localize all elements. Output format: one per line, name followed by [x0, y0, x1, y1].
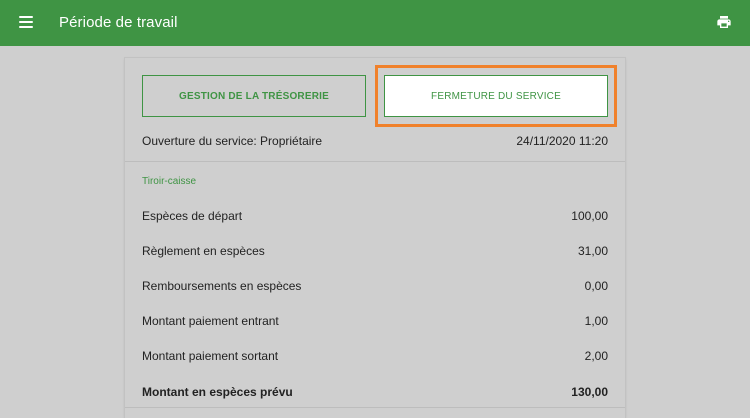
row-value: 0,00: [584, 279, 608, 293]
row-label: Montant en espèces prévu: [142, 385, 293, 399]
row-label: Montant paiement entrant: [142, 314, 279, 328]
opening-datetime: 24/11/2020 11:20: [516, 134, 608, 148]
app-bar: Période de travail: [0, 0, 750, 46]
page-title: Période de travail: [59, 14, 178, 31]
list-item: Montant paiement sortant 2,00: [142, 349, 608, 363]
opening-label: Ouverture du service: Propriétaire: [142, 134, 323, 148]
row-label: Espèces de départ: [142, 209, 243, 223]
row-value: 2,00: [584, 349, 608, 363]
service-card: GESTION DE LA TRÉSORERIE FERMETURE DU SE…: [125, 58, 625, 418]
row-value: 1,00: [584, 314, 608, 328]
row-label: Montant paiement sortant: [142, 349, 279, 363]
list-item: Remboursements en espèces 0,00: [142, 279, 608, 293]
row-value: 130,00: [571, 385, 608, 399]
row-value: 31,00: [577, 244, 608, 258]
list-item: Espèces de départ 100,00: [142, 209, 608, 223]
close-service-button[interactable]: FERMETURE DU SERVICE: [384, 75, 608, 117]
total-row: Montant en espèces prévu 130,00: [142, 385, 608, 399]
divider: [125, 407, 625, 408]
menu-icon[interactable]: [19, 16, 33, 28]
row-label: Règlement en espèces: [142, 244, 265, 258]
print-icon[interactable]: [716, 14, 732, 30]
treasury-management-button[interactable]: GESTION DE LA TRÉSORERIE: [142, 75, 366, 117]
opening-row: Ouverture du service: Propriétaire 24/11…: [142, 134, 608, 148]
row-label: Remboursements en espèces: [142, 279, 302, 293]
list-item: Montant paiement entrant 1,00: [142, 314, 608, 328]
divider: [125, 161, 625, 162]
row-value: 100,00: [571, 209, 608, 223]
list-item: Règlement en espèces 31,00: [142, 244, 608, 258]
section-title: Tiroir-caisse: [142, 176, 197, 187]
